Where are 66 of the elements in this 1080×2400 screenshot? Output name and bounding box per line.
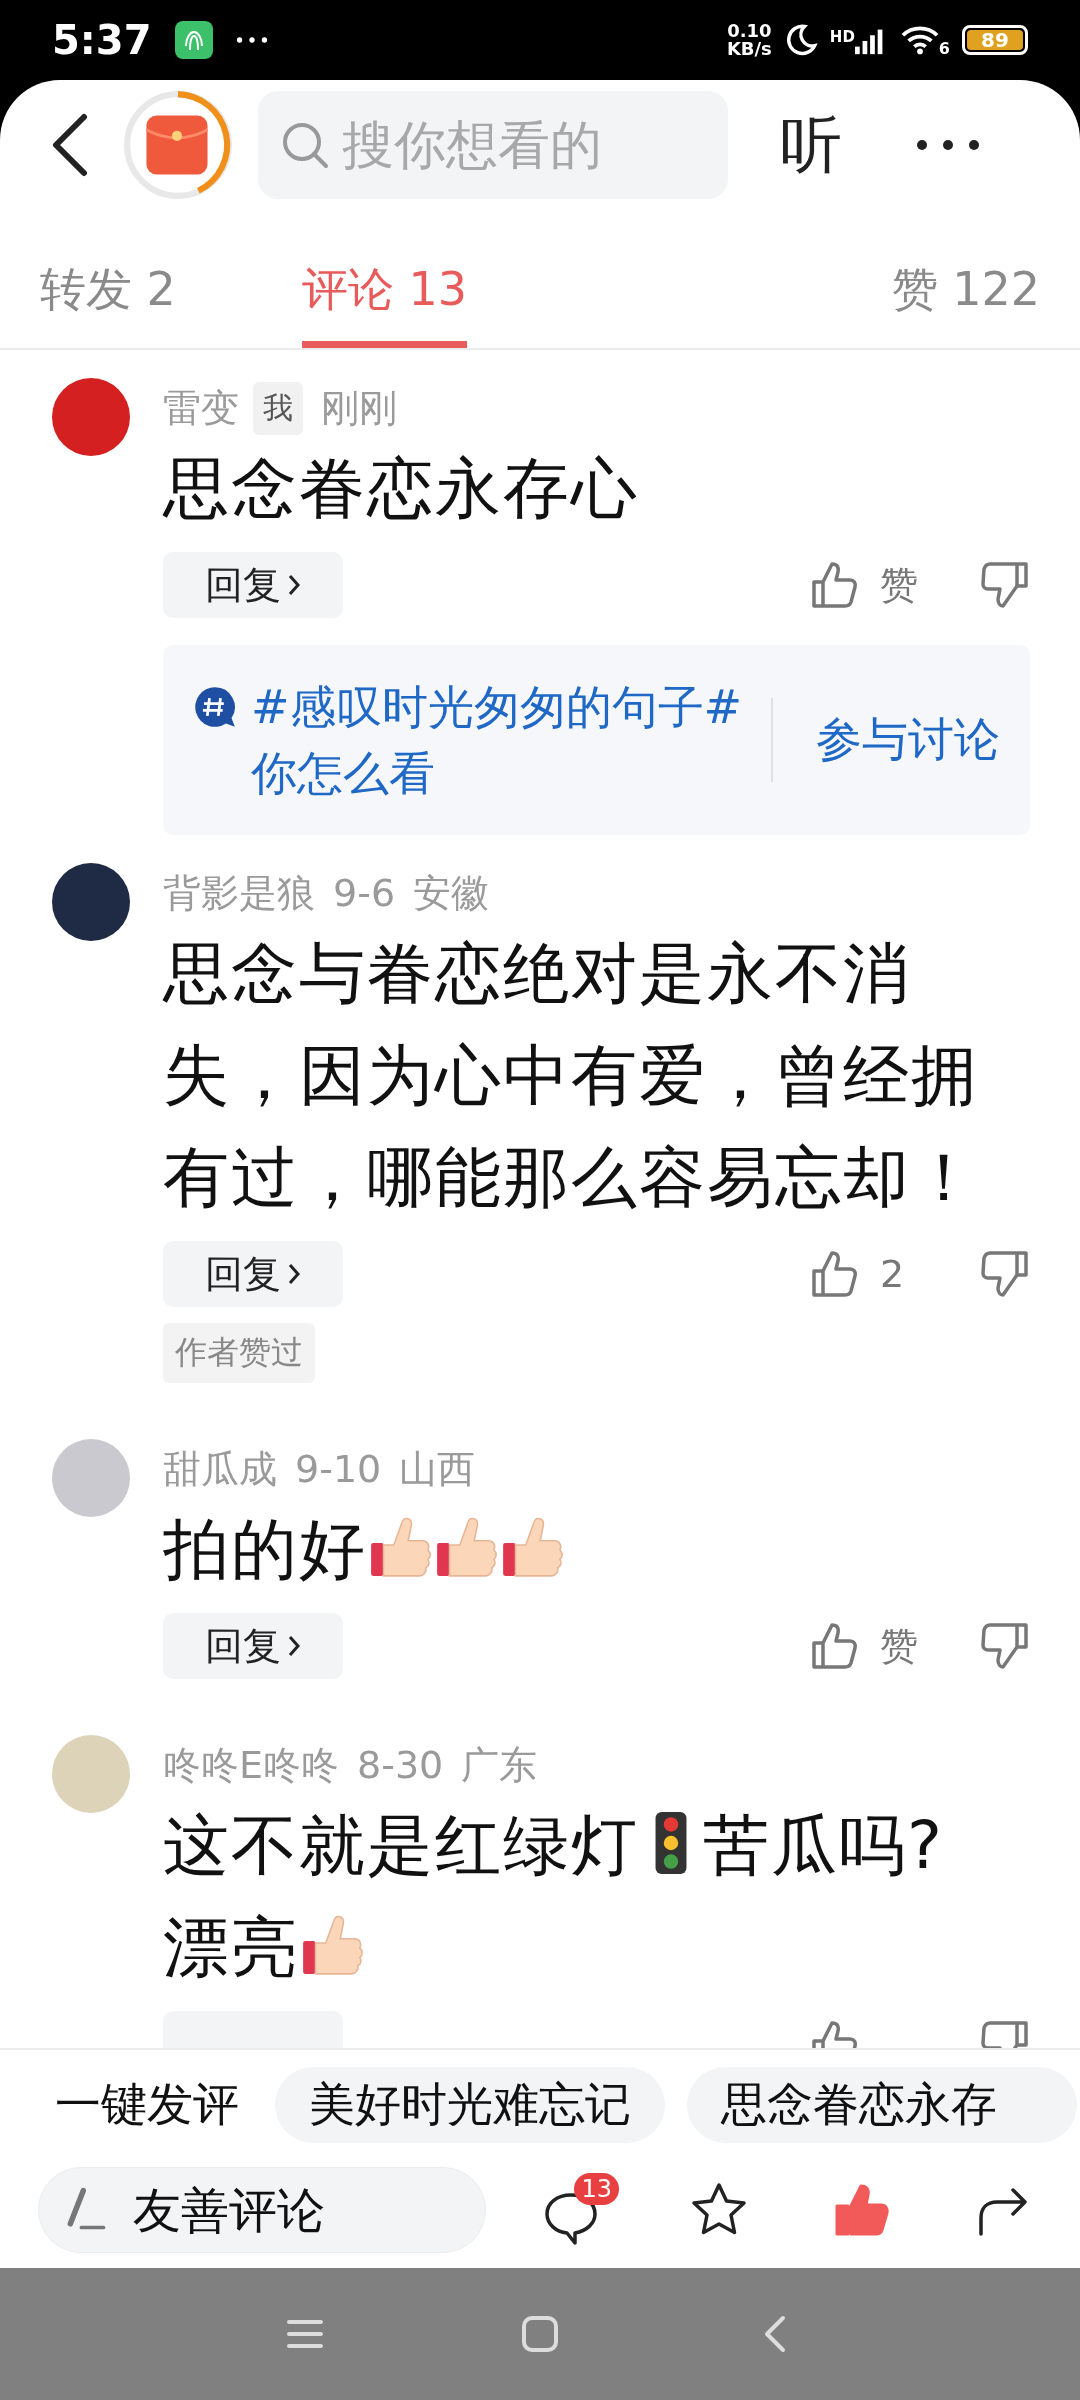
tab[interactable]: 评论 13: [301, 259, 468, 348]
comment-time: 9-6: [333, 871, 396, 915]
chevron-icon: [287, 1634, 301, 1658]
tab[interactable]: 赞 122: [891, 259, 1040, 348]
search-bar[interactable]: 搜你想看的: [258, 91, 728, 199]
comment-time: 9-10: [295, 1447, 382, 1491]
traffic-light-icon: [653, 1810, 689, 1876]
more-icon: [235, 36, 268, 44]
topic-card[interactable]: #感叹时光匆匆的句子# 你怎么看 参与讨论: [163, 645, 1030, 835]
topic-icon: [193, 685, 237, 729]
search-icon: [280, 120, 330, 170]
like-icon[interactable]: [810, 560, 860, 610]
speed-value: 0.10: [727, 22, 772, 40]
suggestion-chip[interactable]: 美好时光难忘记: [275, 2067, 665, 2143]
user-name[interactable]: 雷变: [163, 382, 239, 434]
speed-unit: KB/s: [726, 40, 772, 58]
comment-location: 山西: [399, 1445, 476, 1493]
comment-text: 思念眷恋永存心: [163, 450, 639, 527]
like-count: 赞: [880, 1622, 919, 1670]
comment-time: 刚刚: [321, 384, 397, 432]
more-icon[interactable]: [916, 139, 980, 151]
comment-text: 思念与眷恋绝对是永不消失，因为心中有爱，曾经拥有过，哪能那么容易忘却！: [163, 935, 979, 1216]
comment-location: 广东: [461, 1741, 538, 1789]
comment-text: 拍的好: [163, 1510, 367, 1590]
comment-text: 漂亮: [163, 1908, 299, 1988]
chevron-icon: [287, 1262, 301, 1286]
home-icon[interactable]: [520, 2314, 560, 2354]
join-discussion-button[interactable]: 参与讨论: [816, 709, 1000, 771]
dislike-icon[interactable]: [980, 1249, 1030, 1299]
reward-icon[interactable]: [122, 89, 234, 201]
battery-icon: 89: [962, 25, 1028, 55]
back-icon[interactable]: [50, 113, 90, 177]
dislike-icon[interactable]: [980, 1621, 1030, 1671]
like-count: 赞: [880, 561, 919, 609]
comment-bar[interactable]: 友善评论: [38, 2167, 486, 2253]
tab[interactable]: 转发 2: [40, 259, 176, 348]
listen-button[interactable]: 听: [780, 103, 842, 187]
fingerprint-app-icon: [173, 20, 214, 60]
comment-text: 这不就是红绿灯: [163, 1806, 639, 1886]
comment-text: 苦瓜吗?: [703, 1806, 945, 1886]
like-icon[interactable]: [810, 1621, 860, 1671]
wifi-icon: [900, 25, 939, 55]
comment-input-field[interactable]: 友善评论: [133, 2182, 433, 2238]
comments-button[interactable]: 13: [541, 2173, 619, 2247]
like-icon[interactable]: [810, 1249, 860, 1299]
user-name[interactable]: 甜瓜成: [163, 1443, 277, 1495]
quick-comment-label: 一键发评: [55, 2076, 239, 2133]
reply-button[interactable]: 回复: [163, 552, 343, 618]
author-liked-tag: 作者赞过: [163, 1323, 315, 1383]
chevron-icon: [287, 573, 301, 597]
like-count: 2: [880, 1252, 906, 1296]
me-badge: 我: [253, 381, 303, 435]
comment-location: 安徽: [413, 869, 490, 917]
topic-text[interactable]: #感叹时光匆匆的句子# 你怎么看: [251, 674, 753, 806]
dislike-icon[interactable]: [980, 560, 1030, 610]
user-name[interactable]: 咚咚E咚咚: [163, 1739, 339, 1791]
wifi-generation: 6: [938, 39, 950, 58]
search-field[interactable]: 搜你想看的: [342, 115, 682, 175]
user-name[interactable]: 背影是狼: [163, 867, 315, 919]
comment-count-badge: 13: [574, 2173, 619, 2205]
suggestion-chip[interactable]: 思念眷恋永存: [687, 2067, 1077, 2143]
reply-button[interactable]: 回复: [163, 1613, 343, 1679]
status-time: 5:37: [52, 17, 152, 63]
network-label: HD: [829, 28, 855, 46]
comment-time: 8-30: [357, 1743, 444, 1787]
reply-button[interactable]: 回复: [163, 1241, 343, 1307]
